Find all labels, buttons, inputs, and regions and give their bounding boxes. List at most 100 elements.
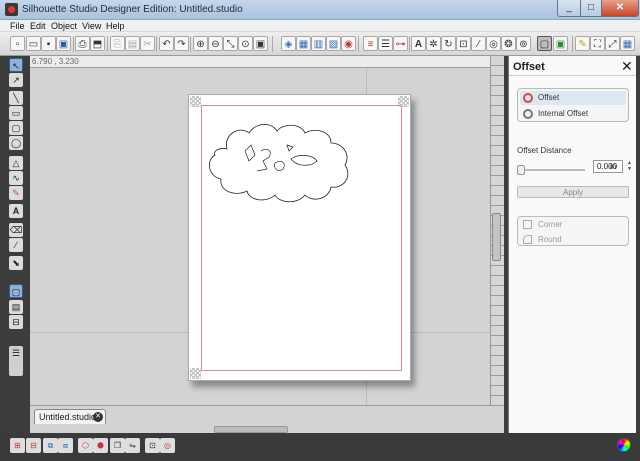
undo-icon[interactable]: ↶ [159,36,174,51]
modify-icon[interactable]: ⬢ [93,438,108,453]
registration-mark [190,368,201,379]
eyedropper-tool-icon[interactable]: ⬊ [9,256,23,270]
rotate-icon[interactable]: ↻ [441,36,456,51]
eraser-icon[interactable]: ✎ [575,36,590,51]
copy-icon[interactable]: ⎘ [110,36,125,51]
close-panel-icon[interactable]: ✕ [621,58,633,75]
curve-tool-icon[interactable]: ∿ [9,171,23,185]
scale-icon[interactable]: ⊡ [456,36,471,51]
send-cut-panel-icon[interactable]: ▣ [553,36,568,51]
edit-points-icon[interactable]: ↗ [9,73,23,87]
select-tool-icon[interactable]: ↖ [9,58,23,72]
cut-settings-icon[interactable]: ▤ [9,300,23,314]
cutting-mat-page[interactable] [188,94,411,381]
cut-send-icon[interactable]: ⬒ [90,36,105,51]
round-option[interactable]: Round [520,233,626,246]
menu-file[interactable]: File [10,20,25,32]
group-icon[interactable]: ⊞ [10,438,25,453]
fill-color-icon[interactable]: ◈ [281,36,296,51]
color-wheel-icon[interactable] [617,438,631,452]
mirror-icon[interactable]: ⇋ [125,438,140,453]
line-style-icon[interactable]: ◉ [341,36,356,51]
knife-tool-icon[interactable]: ∕ [9,238,23,252]
corner-option[interactable]: Corner [520,218,626,231]
offset-distance-input[interactable]: 0.000 [593,160,623,173]
maximize-button[interactable]: □ [580,0,602,17]
duplicate-icon[interactable]: ❐ [110,438,125,453]
toolbar-divider [156,36,157,52]
fullscreen-icon[interactable]: ⤢ [605,36,620,51]
spinner-arrows-icon[interactable]: ▲ ▼ [626,160,633,173]
polygon-tool-icon[interactable]: △ [9,156,23,170]
save-icon[interactable]: ▪ [41,36,56,51]
offset-shortcut-icon[interactable]: ◎ [160,438,175,453]
rectangle-tool-icon[interactable]: ▭ [9,106,23,120]
menu-help[interactable]: Help [106,20,125,32]
offset-distance-slider[interactable] [517,165,585,175]
eraser-tool-icon[interactable]: ⌫ [9,223,23,237]
redo-icon[interactable]: ↷ [174,36,189,51]
line-width-icon[interactable]: ≡ [363,36,378,51]
offset-icon[interactable]: ◎ [486,36,501,51]
left-tool-bar: ↖ ↗ ╲ ▭ ▢ ◯ △ ∿ ✎ A ⌫ ∕ ⬊ ▢ ▤ ⊟ ☰ [0,56,30,433]
save-library-icon[interactable]: ▣ [56,36,71,51]
freehand-tool-icon[interactable]: ✎ [9,186,23,200]
line-options-icon[interactable]: ☰ [378,36,393,51]
ungroup-icon[interactable]: ⊟ [26,438,41,453]
offset-option[interactable]: Offset [520,91,626,105]
store-panel-icon[interactable]: ☰ [9,346,23,376]
new-icon[interactable]: ▫ [10,36,25,51]
page-setup-icon[interactable]: ▢ [9,284,23,298]
cut-icon[interactable]: ✂ [140,36,155,51]
line-tool-icon[interactable]: ╲ [9,91,23,105]
offset-icon [523,93,533,103]
ellipse-tool-icon[interactable]: ◯ [9,136,23,150]
offset-type-group: Offset Internal Offset [517,88,629,122]
vertical-scrollbar[interactable] [492,213,501,261]
offset-cloud-shape[interactable] [205,121,355,206]
rounded-rectangle-tool-icon[interactable]: ▢ [9,121,23,135]
fill-pattern-icon[interactable]: ▥ [311,36,326,51]
internal-offset-option[interactable]: Internal Offset [520,107,626,121]
replicate-icon[interactable]: ✲ [426,36,441,51]
zoom-drag-icon[interactable]: ⤡ [223,36,238,51]
document-tab[interactable]: Untitled.studio ✕ [34,409,106,424]
zoom-in-icon[interactable]: ⊕ [193,36,208,51]
store-icon[interactable]: ⊚ [516,36,531,51]
offset-option-label: Offset [538,93,560,102]
release-compound-icon[interactable]: ⧈ [58,438,73,453]
fill-gradient-icon[interactable]: ▦ [296,36,311,51]
menu-edit[interactable]: Edit [30,20,46,32]
horizontal-scrollbar[interactable] [214,426,288,433]
active-panel-icon[interactable]: ▢ [537,36,552,51]
weld-icon[interactable]: ⬡ [78,438,93,453]
close-window-button[interactable]: ✕ [601,0,639,17]
line-color-icon[interactable]: ▧ [326,36,341,51]
title-bar: Silhouette Studio Designer Edition: Unti… [0,0,640,20]
close-tab-icon[interactable]: ✕ [93,412,103,422]
zoom-out-icon[interactable]: ⊖ [208,36,223,51]
lock-icon[interactable]: ⊡ [145,438,160,453]
trace-icon[interactable]: ❂ [501,36,516,51]
print-icon[interactable]: ⎙ [75,36,90,51]
menu-bar: File Edit Object View Help [0,20,640,32]
trace-area-icon[interactable]: ⛶ [590,36,605,51]
open-icon[interactable]: ▭ [26,36,41,51]
make-compound-icon[interactable]: ⧉ [43,438,58,453]
design-canvas[interactable] [30,68,490,405]
library-panel-icon[interactable]: ⊟ [9,315,23,329]
library-icon[interactable]: ▦ [620,36,635,51]
window-title: Silhouette Studio Designer Edition: Unti… [22,4,243,15]
slider-handle[interactable] [517,165,525,175]
fit-page-icon[interactable]: ▣ [253,36,268,51]
text-tool-icon[interactable]: A [9,204,23,218]
apply-button[interactable]: Apply [517,186,629,198]
minimize-button[interactable]: _ [557,0,581,17]
menu-view[interactable]: View [82,20,101,32]
knife-icon[interactable]: ∕ [471,36,486,51]
menu-object[interactable]: Object [51,20,77,32]
paste-icon[interactable]: ▤ [125,36,140,51]
zoom-select-icon[interactable]: ⊙ [238,36,253,51]
text-style-icon[interactable]: A [411,36,426,51]
join-style-icon[interactable]: ⊶ [393,36,408,51]
